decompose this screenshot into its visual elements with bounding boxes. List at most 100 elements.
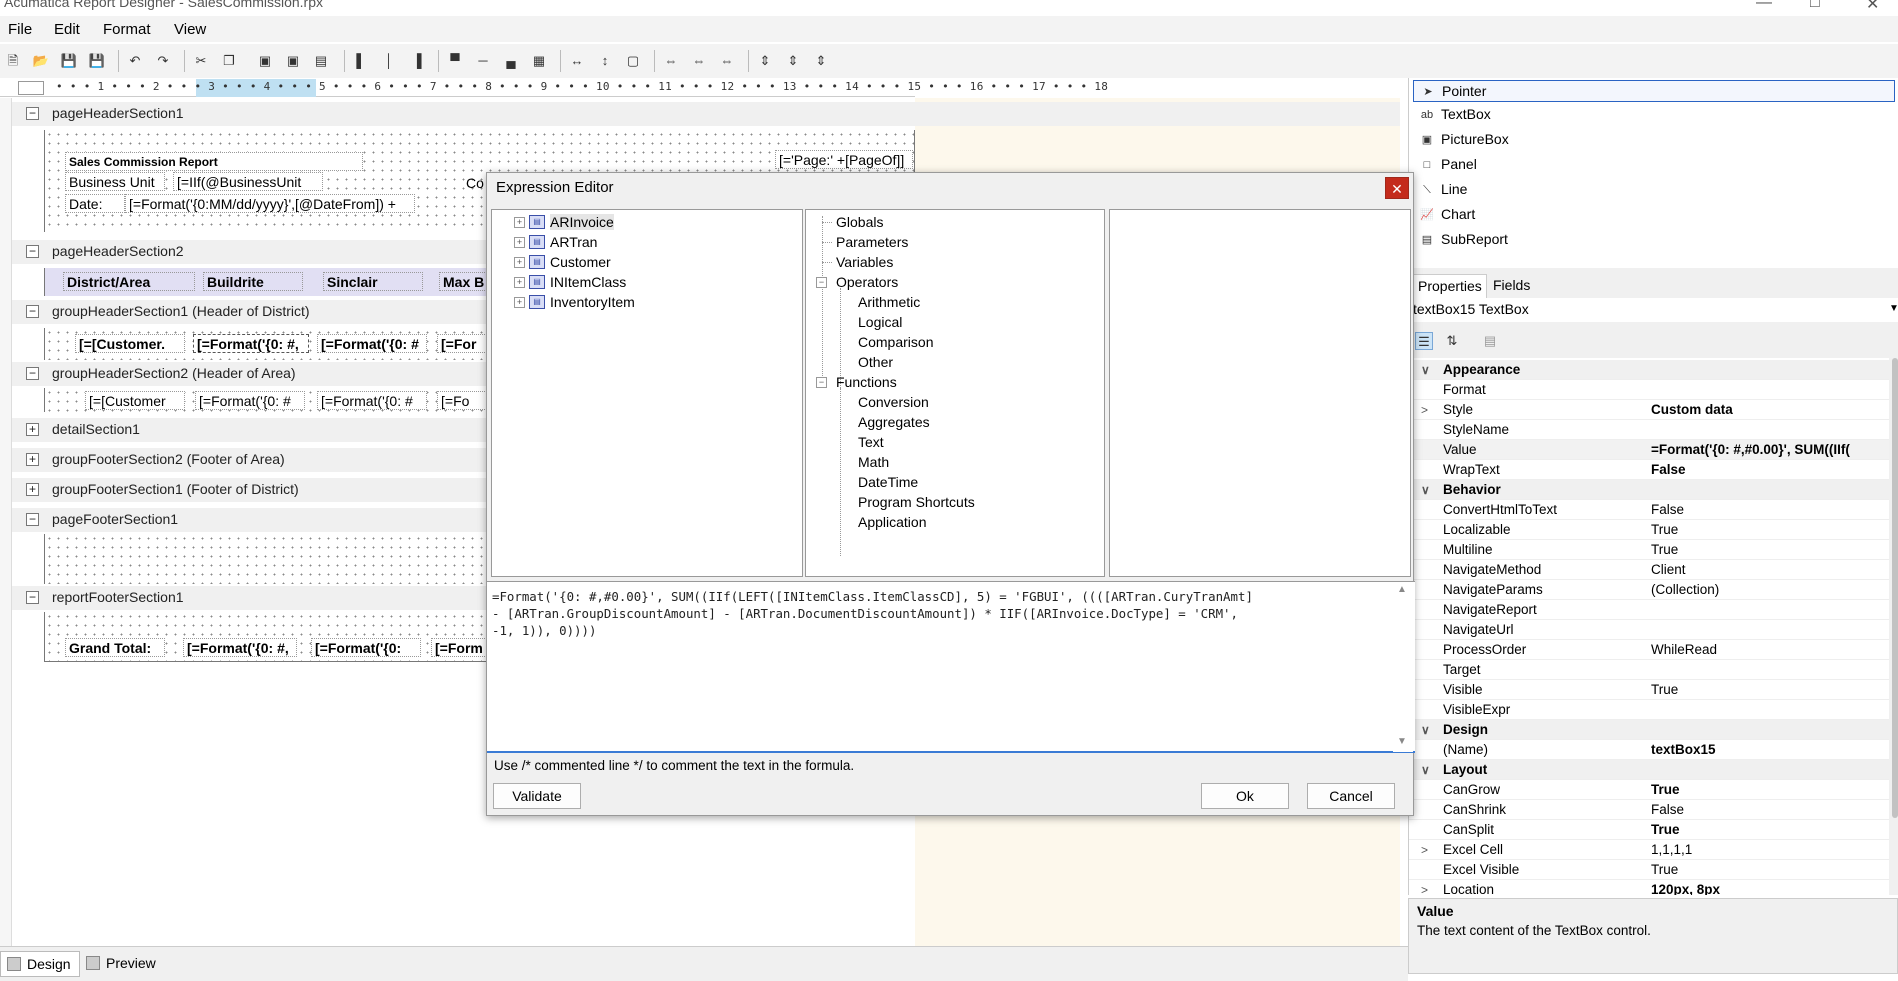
h-spacing-inc-icon[interactable]: ⇔: [690, 52, 708, 70]
prop-navigatemethod[interactable]: NavigateMethod Client: [1409, 560, 1889, 580]
prop-canshrink[interactable]: CanShrink False: [1409, 800, 1889, 820]
h-spacing-icon[interactable]: ⇔: [662, 52, 680, 70]
align-left-icon[interactable]: ▌: [352, 52, 370, 70]
toolbox-picturebox[interactable]: ▣ PictureBox: [1413, 129, 1895, 151]
tree-inventoryitem[interactable]: + ▤ InventoryItem: [514, 294, 635, 310]
tree-initemclass[interactable]: + ▤ INItemClass: [514, 274, 626, 290]
same-width-icon[interactable]: ↔: [568, 52, 586, 70]
maximize-icon[interactable]: □: [1810, 0, 1820, 12]
prop-cansplit[interactable]: CanSplit True: [1409, 820, 1889, 840]
toolbox-subreport[interactable]: ▤ SubReport: [1413, 229, 1895, 251]
col-buildrite[interactable]: Buildrite: [203, 272, 303, 291]
close-icon[interactable]: ✕: [1385, 177, 1409, 199]
property-scrollbar[interactable]: [1891, 358, 1898, 895]
toolbox-chart[interactable]: 📈 Chart: [1413, 204, 1895, 226]
save-all-icon[interactable]: 💾: [88, 52, 106, 70]
align-center-icon[interactable]: │: [380, 52, 398, 70]
business-unit-value[interactable]: [=IIf(@BusinessUnit: [173, 172, 323, 191]
category-appearance[interactable]: ∨ Appearance: [1409, 360, 1889, 380]
group-icon[interactable]: ▤: [312, 52, 330, 70]
scroll-up-icon[interactable]: ▲: [1397, 584, 1407, 595]
toolbox-panel-item[interactable]: □ Panel: [1413, 154, 1895, 176]
expand-icon[interactable]: +: [26, 453, 39, 466]
open-icon[interactable]: 📂: [32, 52, 50, 70]
prop-stylename[interactable]: StyleName: [1409, 420, 1889, 440]
prop-navigatereport[interactable]: NavigateReport: [1409, 600, 1889, 620]
page-number-box[interactable]: [='Page:' +[PageOf]]: [775, 150, 913, 169]
date-label[interactable]: Date:: [65, 194, 125, 213]
prop-target[interactable]: Target: [1409, 660, 1889, 680]
tree-math[interactable]: Math: [858, 454, 889, 470]
collapse-icon[interactable]: −: [26, 367, 39, 380]
prop-name[interactable]: (Name) textBox15: [1409, 740, 1889, 760]
new-icon[interactable]: 🗎: [4, 52, 22, 70]
toolbox-pointer[interactable]: ➤ Pointer: [1413, 80, 1895, 102]
tree-customer[interactable]: + ▤ Customer: [514, 254, 611, 270]
tab-preview[interactable]: Preview: [80, 951, 164, 977]
tree-artran[interactable]: + ▤ ARTran: [514, 234, 597, 250]
tab-properties[interactable]: Properties: [1413, 274, 1487, 298]
validate-button[interactable]: Validate: [493, 783, 581, 809]
toolbox-line[interactable]: ⟍ Line: [1413, 179, 1895, 201]
v-spacing-icon[interactable]: ⇕: [756, 52, 774, 70]
menu-file[interactable]: File: [8, 21, 32, 38]
tree-program-shortcuts[interactable]: Program Shortcuts: [858, 494, 975, 510]
sort-az-icon[interactable]: ⇅: [1443, 332, 1461, 350]
same-size-icon[interactable]: ▢: [624, 52, 642, 70]
grand-total-label[interactable]: Grand Total:: [65, 638, 165, 657]
col-sinclair[interactable]: Sinclair: [323, 272, 423, 291]
prop-value[interactable]: Value =Format('{0: #,#0.00}', SUM((IIf(: [1409, 440, 1889, 460]
gt-format-box-1[interactable]: [=Format('{0: #,: [183, 638, 297, 657]
date-value[interactable]: [=Format('{0:MM/dd/yyyy}',[@DateFrom]) +: [125, 194, 415, 213]
tab-fields[interactable]: Fields: [1489, 274, 1534, 298]
gt-format-box-2[interactable]: [=Format('{0:: [311, 638, 421, 657]
tree-datetime[interactable]: DateTime: [858, 474, 918, 490]
tree-operators[interactable]: − Operators: [816, 274, 898, 290]
section-page-header-1[interactable]: − pageHeaderSection1: [12, 102, 1400, 126]
categorized-icon[interactable]: ☰: [1415, 332, 1433, 350]
h-spacing-dec-icon[interactable]: ⇔: [718, 52, 736, 70]
undo-icon[interactable]: ↶: [126, 52, 144, 70]
g1-format-box-selected[interactable]: [=Format('{0: #,: [193, 334, 309, 353]
prop-processorder[interactable]: ProcessOrder WhileRead: [1409, 640, 1889, 660]
tree-logical[interactable]: Logical: [858, 314, 902, 330]
prop-cangrow[interactable]: CanGrow True: [1409, 780, 1889, 800]
collapse-icon[interactable]: −: [26, 305, 39, 318]
prop-format[interactable]: Format: [1409, 380, 1889, 400]
align-grid-icon[interactable]: ▦: [530, 52, 548, 70]
copy-icon[interactable]: ❐: [220, 52, 238, 70]
collapse-icon[interactable]: −: [26, 513, 39, 526]
cut-icon[interactable]: ✂: [192, 52, 210, 70]
property-pages-icon[interactable]: ▤: [1481, 332, 1499, 350]
prop-navigateparams[interactable]: NavigateParams (Collection): [1409, 580, 1889, 600]
tree-aggregates[interactable]: Aggregates: [858, 414, 930, 430]
expression-textarea[interactable]: =Format('{0: #,#0.00}', SUM((IIf(LEFT([I…: [487, 581, 1415, 753]
report-title-box[interactable]: Sales Commission Report: [65, 152, 363, 171]
g2-format-box-1[interactable]: [=Format('{0: #: [195, 391, 305, 410]
prop-visibleexpr[interactable]: VisibleExpr: [1409, 700, 1889, 720]
tree-arinvoice[interactable]: + ▤ ARInvoice: [514, 214, 614, 230]
g2-format-box-2[interactable]: [=Format('{0: #: [317, 391, 427, 410]
align-right-icon[interactable]: ▐: [408, 52, 426, 70]
tree-other[interactable]: Other: [858, 354, 893, 370]
close-window-icon[interactable]: ✕: [1866, 0, 1879, 14]
scroll-down-icon[interactable]: ▼: [1397, 736, 1407, 747]
col-district-area[interactable]: District/Area: [63, 272, 195, 291]
business-unit-label[interactable]: Business Unit: [65, 172, 165, 191]
tree-globals[interactable]: Globals: [836, 214, 883, 230]
collapse-icon[interactable]: −: [26, 107, 39, 120]
bring-front-icon[interactable]: ▣: [256, 52, 274, 70]
menu-view[interactable]: View: [174, 21, 206, 38]
expand-icon[interactable]: +: [26, 423, 39, 436]
g1-customer-box[interactable]: [=[Customer.: [75, 334, 185, 353]
prop-navigateurl[interactable]: NavigateUrl: [1409, 620, 1889, 640]
same-height-icon[interactable]: ↕: [596, 52, 614, 70]
minimize-icon[interactable]: —: [1756, 0, 1772, 12]
tree-variables[interactable]: Variables: [836, 254, 893, 270]
prop-localizable[interactable]: Localizable True: [1409, 520, 1889, 540]
v-spacing-dec-icon[interactable]: ⇕: [812, 52, 830, 70]
cancel-button[interactable]: Cancel: [1307, 783, 1395, 809]
tree-comparison[interactable]: Comparison: [858, 334, 933, 350]
prop-style[interactable]: > Style Custom data: [1409, 400, 1889, 420]
prop-wraptext[interactable]: WrapText False: [1409, 460, 1889, 480]
